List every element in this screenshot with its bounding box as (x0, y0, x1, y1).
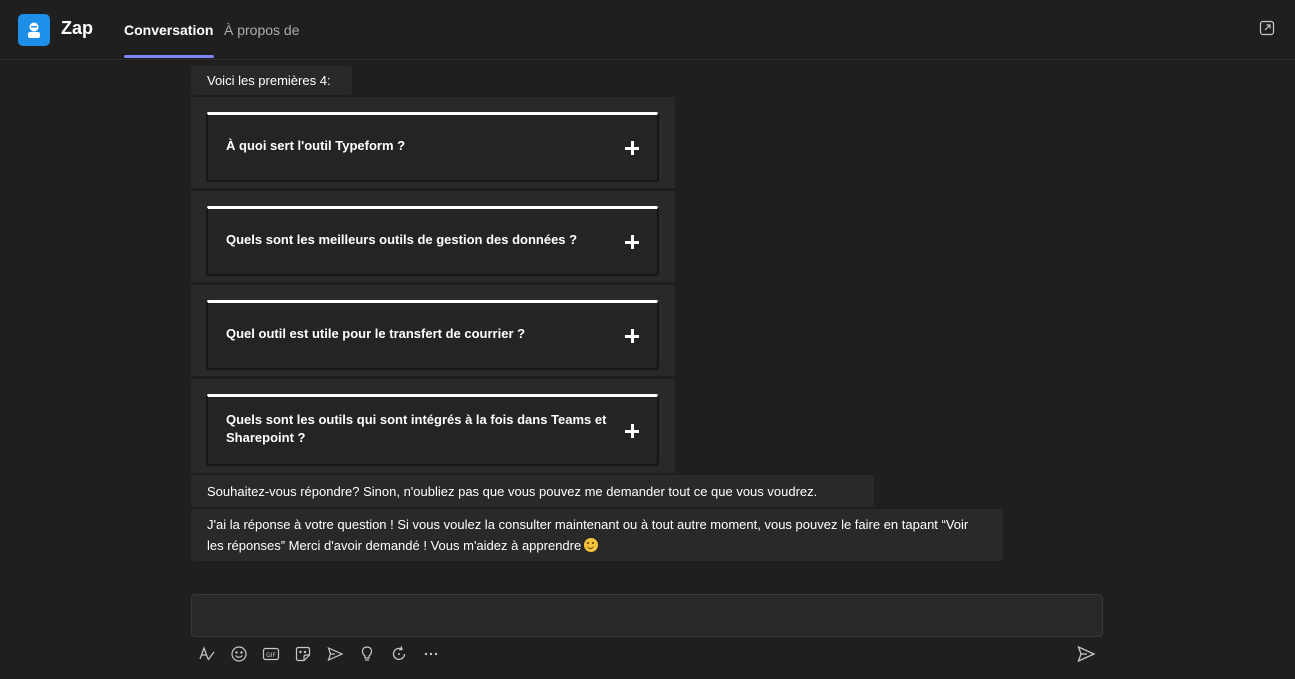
expand-plus-icon[interactable] (625, 329, 639, 343)
send-icon[interactable] (1076, 644, 1096, 664)
faq-question: À quoi sert l'outil Typeform ? (226, 138, 406, 153)
faq-card[interactable]: À quoi sert l'outil Typeform ? (206, 112, 659, 182)
gif-icon[interactable]: GIF (261, 644, 281, 664)
app-title: Zap (61, 18, 94, 38)
faq-question: Quels sont les outils qui sont intégrés … (226, 412, 607, 445)
app-header: Zap Conversation À propos de (0, 0, 1295, 60)
faq-card-container: Quels sont les outils qui sont intégrés … (191, 379, 675, 473)
emoji-icon[interactable] (229, 644, 249, 664)
popout-icon[interactable] (1259, 20, 1275, 36)
wink-emoji-icon (584, 538, 599, 552)
faq-card[interactable]: Quels sont les outils qui sont intégrés … (206, 394, 659, 466)
faq-card-container: Quel outil est utile pour le transfert d… (191, 285, 675, 376)
expand-plus-icon[interactable] (625, 141, 639, 155)
prompt-message: Souhaitez-vous répondre? Sinon, n'oublie… (191, 475, 874, 507)
intro-message: Voici les premières 4: (191, 66, 352, 95)
tab-about[interactable]: À propos de (224, 22, 300, 60)
compose-box[interactable] (191, 594, 1103, 637)
loop-icon[interactable] (389, 644, 409, 664)
praise-icon[interactable] (357, 644, 377, 664)
bot-icon (18, 14, 50, 46)
schedule-send-icon[interactable] (325, 644, 345, 664)
answer-message: J'ai la réponse à votre question ! Si vo… (191, 509, 1003, 561)
faq-card-container: À quoi sert l'outil Typeform ? (191, 97, 675, 188)
sticker-icon[interactable] (293, 644, 313, 664)
svg-text:GIF: GIF (266, 652, 276, 659)
faq-card[interactable]: Quels sont les meilleurs outils de gesti… (206, 206, 659, 276)
faq-question: Quel outil est utile pour le transfert d… (226, 326, 526, 341)
format-icon[interactable] (197, 644, 217, 664)
more-icon[interactable] (421, 644, 441, 664)
tab-conversation[interactable]: Conversation (124, 22, 215, 60)
expand-plus-icon[interactable] (625, 424, 639, 438)
faq-card-container: Quels sont les meilleurs outils de gesti… (191, 191, 675, 282)
expand-plus-icon[interactable] (625, 235, 639, 249)
faq-card[interactable]: Quel outil est utile pour le transfert d… (206, 300, 659, 370)
faq-question: Quels sont les meilleurs outils de gesti… (226, 232, 578, 247)
